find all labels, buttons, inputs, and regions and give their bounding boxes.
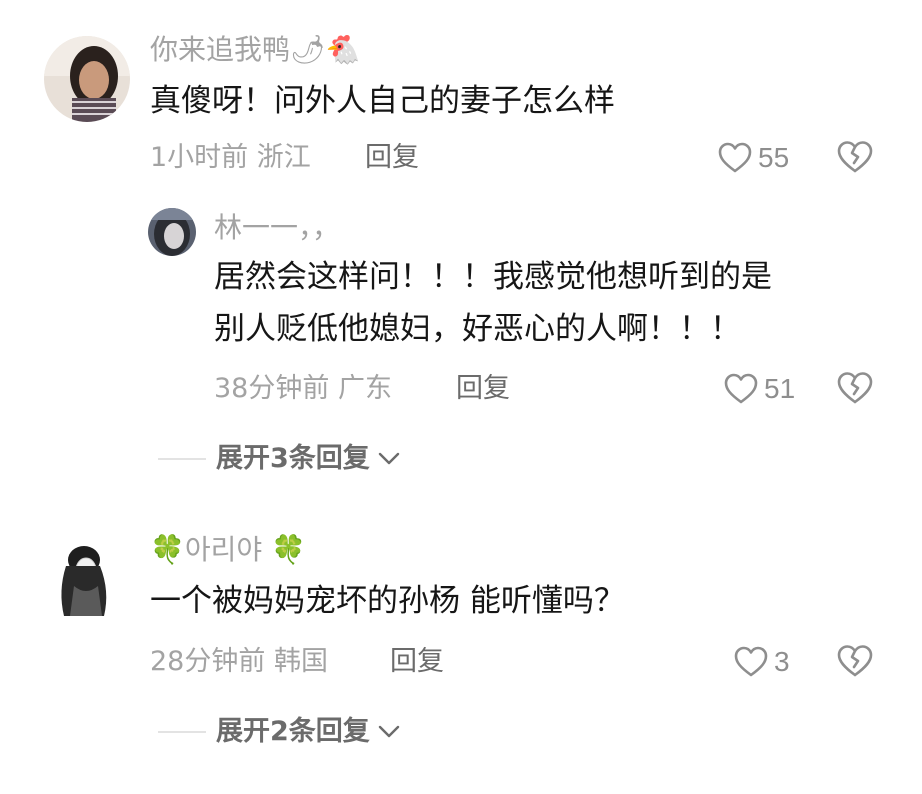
reply-button[interactable]: 回复 <box>456 375 510 402</box>
like-button[interactable]: 51 <box>724 371 795 407</box>
time-location: 38分钟前 广东 <box>214 373 392 404</box>
expand-replies-button[interactable]: 展开3条回复 <box>158 445 400 472</box>
chevron-down-icon <box>378 452 399 464</box>
comment-text: 一个被妈妈宠坏的孙杨 能听懂吗？ <box>150 583 625 619</box>
divider <box>158 457 206 460</box>
heart-outline-icon <box>734 646 768 677</box>
comment-text: 真傻呀！问外人自己的妻子怎么样 <box>150 83 615 119</box>
like-count: 3 <box>774 646 790 677</box>
dislike-button[interactable] <box>836 371 876 407</box>
broken-heart-icon <box>837 372 873 404</box>
avatar[interactable] <box>148 208 196 256</box>
time-location: 1小时前 浙江 <box>150 142 311 173</box>
time-location: 28分钟前 韩国 <box>150 646 328 677</box>
like-count: 55 <box>758 142 790 173</box>
comment-text-line-2: 别人贬低他媳妇，好恶心的人啊！！！ <box>214 311 741 347</box>
avatar[interactable] <box>44 36 130 122</box>
divider <box>158 730 206 733</box>
heart-outline-icon <box>724 373 758 404</box>
reply-button[interactable]: 回复 <box>390 648 444 675</box>
dislike-button[interactable] <box>836 140 876 176</box>
like-button[interactable]: 3 <box>734 644 790 680</box>
expand-replies-button[interactable]: 展开2条回复 <box>158 718 400 745</box>
avatar[interactable] <box>44 536 130 622</box>
chevron-down-icon <box>378 725 399 737</box>
heart-outline-icon <box>718 142 752 173</box>
like-button[interactable]: 55 <box>718 140 789 176</box>
dislike-button[interactable] <box>836 644 876 680</box>
username[interactable]: 林一一，， <box>214 214 340 242</box>
username[interactable]: 你来追我鸭🌶🐔 <box>150 36 360 64</box>
broken-heart-icon <box>837 141 873 173</box>
username[interactable]: 🍀아리야 🍀 <box>150 536 306 564</box>
broken-heart-icon <box>837 645 873 677</box>
reply-button[interactable]: 回复 <box>365 144 419 171</box>
like-count: 51 <box>764 373 796 404</box>
comment-text-line-1: 居然会这样问！！！我感觉他想听到的是 <box>214 259 772 295</box>
expand-replies-label: 展开2条回复 <box>216 716 370 747</box>
expand-replies-label: 展开3条回复 <box>216 443 370 474</box>
